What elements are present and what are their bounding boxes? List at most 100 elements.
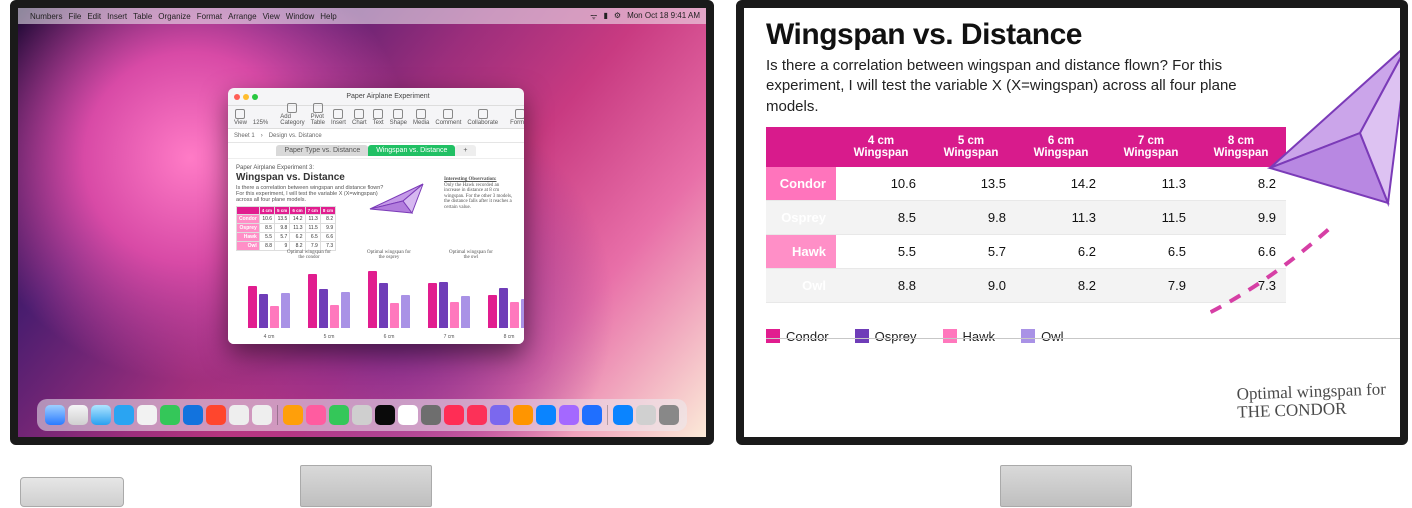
- chart-bar[interactable]: [439, 282, 448, 328]
- add-sheet-button[interactable]: +: [455, 145, 475, 156]
- document-canvas[interactable]: Paper Airplane Experiment 3: Wingspan vs…: [228, 159, 524, 344]
- table-cell[interactable]: 5.7: [275, 233, 290, 242]
- dock-app-icon[interactable]: [636, 405, 656, 425]
- table-cell[interactable]: 10.6: [259, 215, 274, 224]
- close-icon[interactable]: [234, 94, 240, 100]
- table-cell[interactable]: 11.3: [290, 224, 305, 233]
- dock-app-icon[interactable]: [114, 405, 134, 425]
- chart-bar[interactable]: [248, 286, 257, 328]
- chart-bar[interactable]: [510, 302, 519, 328]
- table-cell[interactable]: 13.5: [926, 167, 1016, 201]
- menubar-item[interactable]: Insert: [107, 12, 127, 21]
- menubar-item[interactable]: View: [263, 12, 280, 21]
- chart-bar[interactable]: [270, 306, 279, 328]
- chart-bar[interactable]: [330, 305, 339, 328]
- dock-app-icon[interactable]: [206, 405, 226, 425]
- chart-bar[interactable]: [390, 303, 399, 328]
- dock-app-icon[interactable]: [183, 405, 203, 425]
- chart-bar[interactable]: [281, 293, 290, 328]
- chart-bar[interactable]: [259, 294, 268, 328]
- dock-app-icon[interactable]: [91, 405, 111, 425]
- table-cell[interactable]: 11.5: [305, 224, 320, 233]
- chart-bar[interactable]: [521, 299, 524, 328]
- table-cell[interactable]: 9.9: [1196, 200, 1286, 234]
- table-cell[interactable]: 6.5: [305, 233, 320, 242]
- table-cell[interactable]: 6.5: [1106, 234, 1196, 268]
- menubar-item[interactable]: Edit: [87, 12, 101, 21]
- macos-desktop[interactable]: NumbersFileEditInsertTableOrganizeFormat…: [18, 8, 706, 437]
- data-table[interactable]: 4 cm5 cm6 cm7 cm8 cmCondor10.613.514.211…: [236, 206, 336, 251]
- table-cell[interactable]: 5.5: [836, 234, 926, 268]
- control-center-icon[interactable]: ⚙: [614, 11, 621, 22]
- chart-bar[interactable]: [368, 271, 377, 328]
- menubar-item[interactable]: Numbers: [30, 12, 62, 21]
- toolbar-comment-button[interactable]: Comment: [435, 109, 461, 126]
- table-cell[interactable]: 14.2: [290, 215, 305, 224]
- table-cell[interactable]: 10.6: [836, 167, 926, 201]
- dock-app-icon[interactable]: [613, 405, 633, 425]
- table-cell[interactable]: 8.5: [259, 224, 274, 233]
- menubar-item[interactable]: Table: [133, 12, 152, 21]
- table-cell[interactable]: 13.5: [275, 215, 290, 224]
- bar-chart[interactable]: 4 cm 5 cm 6 cm 7 cm 8 cmOptimal wingspan…: [236, 254, 516, 340]
- numbers-window[interactable]: Paper Airplane Experiment View 125% Add C…: [228, 88, 524, 344]
- table-cell[interactable]: 14.2: [1016, 167, 1106, 201]
- toolbar-shape-button[interactable]: Shape: [390, 109, 407, 126]
- chart-bar[interactable]: [401, 295, 410, 328]
- chart-bar[interactable]: [450, 302, 459, 328]
- table-cell[interactable]: 11.3: [1016, 200, 1106, 234]
- table-cell[interactable]: 9.0: [926, 268, 1016, 302]
- dock-app-icon[interactable]: [398, 405, 418, 425]
- macos-dock[interactable]: [37, 399, 687, 431]
- dock-app-icon[interactable]: [352, 405, 372, 425]
- dock-app-icon[interactable]: [229, 405, 249, 425]
- table-cell[interactable]: 6.2: [1016, 234, 1106, 268]
- table-cell[interactable]: 8.2: [1016, 268, 1106, 302]
- toolbar-pivot-table-button[interactable]: Pivot Table: [311, 103, 325, 126]
- toolbar-125--button[interactable]: 125%: [253, 120, 268, 126]
- table-cell[interactable]: 11.3: [305, 215, 320, 224]
- table-cell[interactable]: 11.3: [1106, 167, 1196, 201]
- minimize-icon[interactable]: [243, 94, 249, 100]
- dock-app-icon[interactable]: [490, 405, 510, 425]
- dock-app-icon[interactable]: [137, 405, 157, 425]
- table-cell[interactable]: 8.2: [1196, 167, 1286, 201]
- dock-app-icon[interactable]: [559, 405, 579, 425]
- table-cell[interactable]: 8.5: [836, 200, 926, 234]
- chart-bar[interactable]: [499, 288, 508, 328]
- dock-app-icon[interactable]: [444, 405, 464, 425]
- dock-app-icon[interactable]: [329, 405, 349, 425]
- data-table[interactable]: 4 cm Wingspan5 cm Wingspan6 cm Wingspan7…: [766, 127, 1286, 303]
- table-cell[interactable]: 8.8: [836, 268, 926, 302]
- dock-app-icon[interactable]: [160, 405, 180, 425]
- dock-app-icon[interactable]: [283, 405, 303, 425]
- toolbar-chart-button[interactable]: Chart: [352, 109, 367, 126]
- table-cell[interactable]: 7.3: [1196, 268, 1286, 302]
- breadcrumb-item[interactable]: Sheet 1: [234, 133, 255, 139]
- chart-bar[interactable]: [341, 292, 350, 328]
- dock-app-icon[interactable]: [375, 405, 395, 425]
- sheet-tab[interactable]: Paper Type vs. Distance: [276, 145, 368, 156]
- menubar-item[interactable]: File: [68, 12, 81, 21]
- chart-bar[interactable]: [379, 283, 388, 328]
- menubar-item[interactable]: Format: [197, 12, 222, 21]
- dock-app-icon[interactable]: [659, 405, 679, 425]
- toolbar-format-button[interactable]: Format: [510, 109, 524, 126]
- toolbar-view-button[interactable]: View: [234, 109, 247, 126]
- table-cell[interactable]: 8.2: [320, 215, 335, 224]
- macos-menu-bar[interactable]: NumbersFileEditInsertTableOrganizeFormat…: [18, 8, 706, 24]
- dock-app-icon[interactable]: [467, 405, 487, 425]
- table-cell[interactable]: 5.5: [259, 233, 274, 242]
- dock-app-icon[interactable]: [306, 405, 326, 425]
- menubar-item[interactable]: Help: [320, 12, 336, 21]
- dock-app-icon[interactable]: [252, 405, 272, 425]
- window-titlebar[interactable]: Paper Airplane Experiment: [228, 88, 524, 106]
- breadcrumb-item[interactable]: Design vs. Distance: [269, 133, 322, 139]
- chart-bar[interactable]: [308, 274, 317, 328]
- toolbar-add-category-button[interactable]: Add Category: [280, 103, 304, 126]
- dock-app-icon[interactable]: [582, 405, 602, 425]
- menubar-item[interactable]: Arrange: [228, 12, 256, 21]
- chart-bar[interactable]: [428, 283, 437, 328]
- toolbar-insert-button[interactable]: Insert: [331, 109, 346, 126]
- table-cell[interactable]: 6.2: [290, 233, 305, 242]
